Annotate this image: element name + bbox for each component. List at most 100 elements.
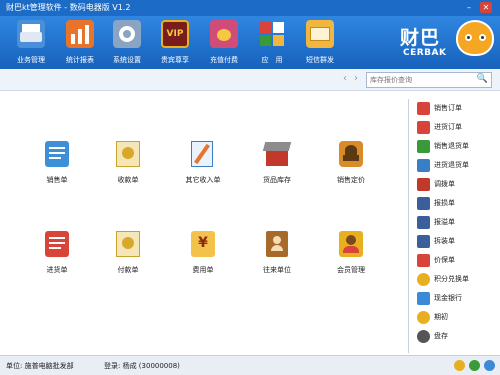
quick-link-purchase-order[interactable]: 进货订单 [417,120,495,135]
member-management-tile[interactable]: 会员管理 [321,229,381,275]
quick-link-label: 调拨单 [434,180,455,188]
quick-link-opening[interactable]: 期初 [417,310,495,325]
quick-link-sales-return[interactable]: 销售退货单 [417,139,495,154]
payment-tile[interactable]: 付款单 [98,229,158,275]
vip-icon: VIP [161,20,189,48]
toolbar-vip[interactable]: VIP 贵宾尊享 [152,20,198,66]
cat-mascot-icon [456,20,494,56]
other-income-icon [188,139,218,169]
navigation-bar: ‹ › 🔍 [0,69,500,91]
inventory-label: 货品库存 [263,176,291,184]
status-bar: 单位: 施普电脑批发部 登录: 杨成 (30000008) [0,355,500,375]
toolbar-label: 系统设置 [113,56,141,64]
search-input[interactable] [367,73,475,87]
quick-link-label: 销售退货单 [434,142,469,150]
quick-link-purchase-return[interactable]: 进货退货单 [417,158,495,173]
purchase-return-icon [417,159,430,172]
toolbar-system-settings[interactable]: 系统设置 [104,20,150,66]
toolbar-business-management[interactable]: 业务管理 [8,20,54,66]
stocktake-icon [417,330,430,343]
purchase-order-small-icon [417,121,430,134]
inventory-tile[interactable]: 货品库存 [247,139,307,185]
quick-link-label: 进货订单 [434,123,462,131]
sales-order-small-icon [417,102,430,115]
online-service-icon[interactable] [484,360,495,371]
toolbar-label: 业务管理 [17,56,45,64]
title-bar: 财巴kt管理软件 - 数码电器版 V1.2 [0,0,500,16]
member-icon [336,229,366,259]
quick-link-label: 盘存 [434,332,448,340]
receipt-tile[interactable]: 收款单 [98,139,158,185]
chat-icon[interactable] [469,360,480,371]
sales-order-icon [42,139,72,169]
price-protect-icon [417,254,430,267]
quick-link-price-protect[interactable]: 价保单 [417,253,495,268]
expense-tile[interactable]: ¥ 费用单 [173,229,233,275]
toolbar-statistics[interactable]: 统计报表 [57,20,103,66]
toolbar-label: 统计报表 [66,56,94,64]
stock-price-search[interactable]: 🔍 [366,72,492,88]
contacts-tile[interactable]: 往来单位 [247,229,307,275]
expense-label: 费用单 [192,266,214,274]
toolbar-apps[interactable]: 应 用 [249,20,295,66]
loss-report-icon [417,197,430,210]
quick-link-label: 拆装单 [434,237,455,245]
quick-link-loss-report[interactable]: 报损单 [417,196,495,211]
quick-link-label: 报溢单 [434,218,455,226]
receipt-icon [113,139,143,169]
back-arrow-icon[interactable]: ‹ [343,73,347,85]
member-management-label: 会员管理 [337,266,365,274]
toolbar-label: 短信群发 [306,56,334,64]
envelope-icon [306,20,334,48]
purchase-order-label: 进货单 [46,266,68,274]
status-unit: 单位: 施普电脑批发部 [6,362,74,370]
coins-icon [210,20,238,48]
cash-bank-icon [417,292,430,305]
quick-link-label: 销售订单 [434,104,462,112]
other-income-tile[interactable]: 其它收入单 [173,139,233,185]
sales-order-label: 销售单 [46,176,68,184]
status-login: 登录: 杨成 (30000008) [104,362,180,370]
quick-link-label: 报损单 [434,199,455,207]
purchase-order-icon [42,229,72,259]
chart-icon [66,20,94,48]
quick-link-assembly[interactable]: 拆装单 [417,234,495,249]
quick-link-points-exchange[interactable]: 积分兑换单 [417,272,495,287]
quick-link-sales-order[interactable]: 销售订单 [417,101,495,116]
quick-link-overflow-report[interactable]: 报溢单 [417,215,495,230]
expense-icon: ¥ [188,229,218,259]
purchase-order-tile[interactable]: 进货单 [27,229,87,275]
quick-link-cash-bank[interactable]: 现金银行 [417,291,495,306]
receipt-label: 收款单 [117,176,139,184]
payment-label: 付款单 [117,266,139,274]
inventory-icon [262,139,292,169]
search-icon[interactable]: 🔍 [477,74,488,84]
quick-link-transfer[interactable]: 调拨单 [417,177,495,192]
printer-icon [17,20,45,48]
minimize-button[interactable]: – [463,2,475,13]
main-function-grid: 销售单 收款单 其它收入单 货品库存 销售定价 进货单 付款单 ¥ 费用单 往来… [0,92,408,354]
brand-logo: 财巴 CERBAK [400,18,498,68]
logo-subtitle: CERBAK [403,48,447,58]
opening-icon [417,311,430,324]
toolbar-label: 充值付费 [210,56,238,64]
gear-icon [113,20,141,48]
quick-link-label: 期初 [434,313,448,321]
help-icon[interactable] [454,360,465,371]
window-title: 财巴kt管理软件 - 数码电器版 V1.2 [6,3,131,12]
close-button[interactable]: ✕ [480,2,492,13]
sales-order-tile[interactable]: 销售单 [27,139,87,185]
contacts-label: 往来单位 [263,266,291,274]
toolbar-label: 应 用 [261,56,283,64]
pricing-icon [336,139,366,169]
toolbar-label: 贵宾尊享 [161,56,189,64]
quick-link-label: 进货退货单 [434,161,469,169]
sales-pricing-tile[interactable]: 销售定价 [321,139,381,185]
quick-links-panel: 销售订单 进货订单 销售退货单 进货退货单 调拨单 报损单 报溢单 拆装单 价保… [408,99,494,353]
toolbar-recharge[interactable]: 充值付费 [201,20,247,66]
forward-arrow-icon[interactable]: › [354,73,358,85]
quick-link-label: 积分兑换单 [434,275,469,283]
overflow-report-icon [417,216,430,229]
quick-link-stocktake[interactable]: 盘存 [417,329,495,344]
toolbar-sms[interactable]: 短信群发 [297,20,343,66]
